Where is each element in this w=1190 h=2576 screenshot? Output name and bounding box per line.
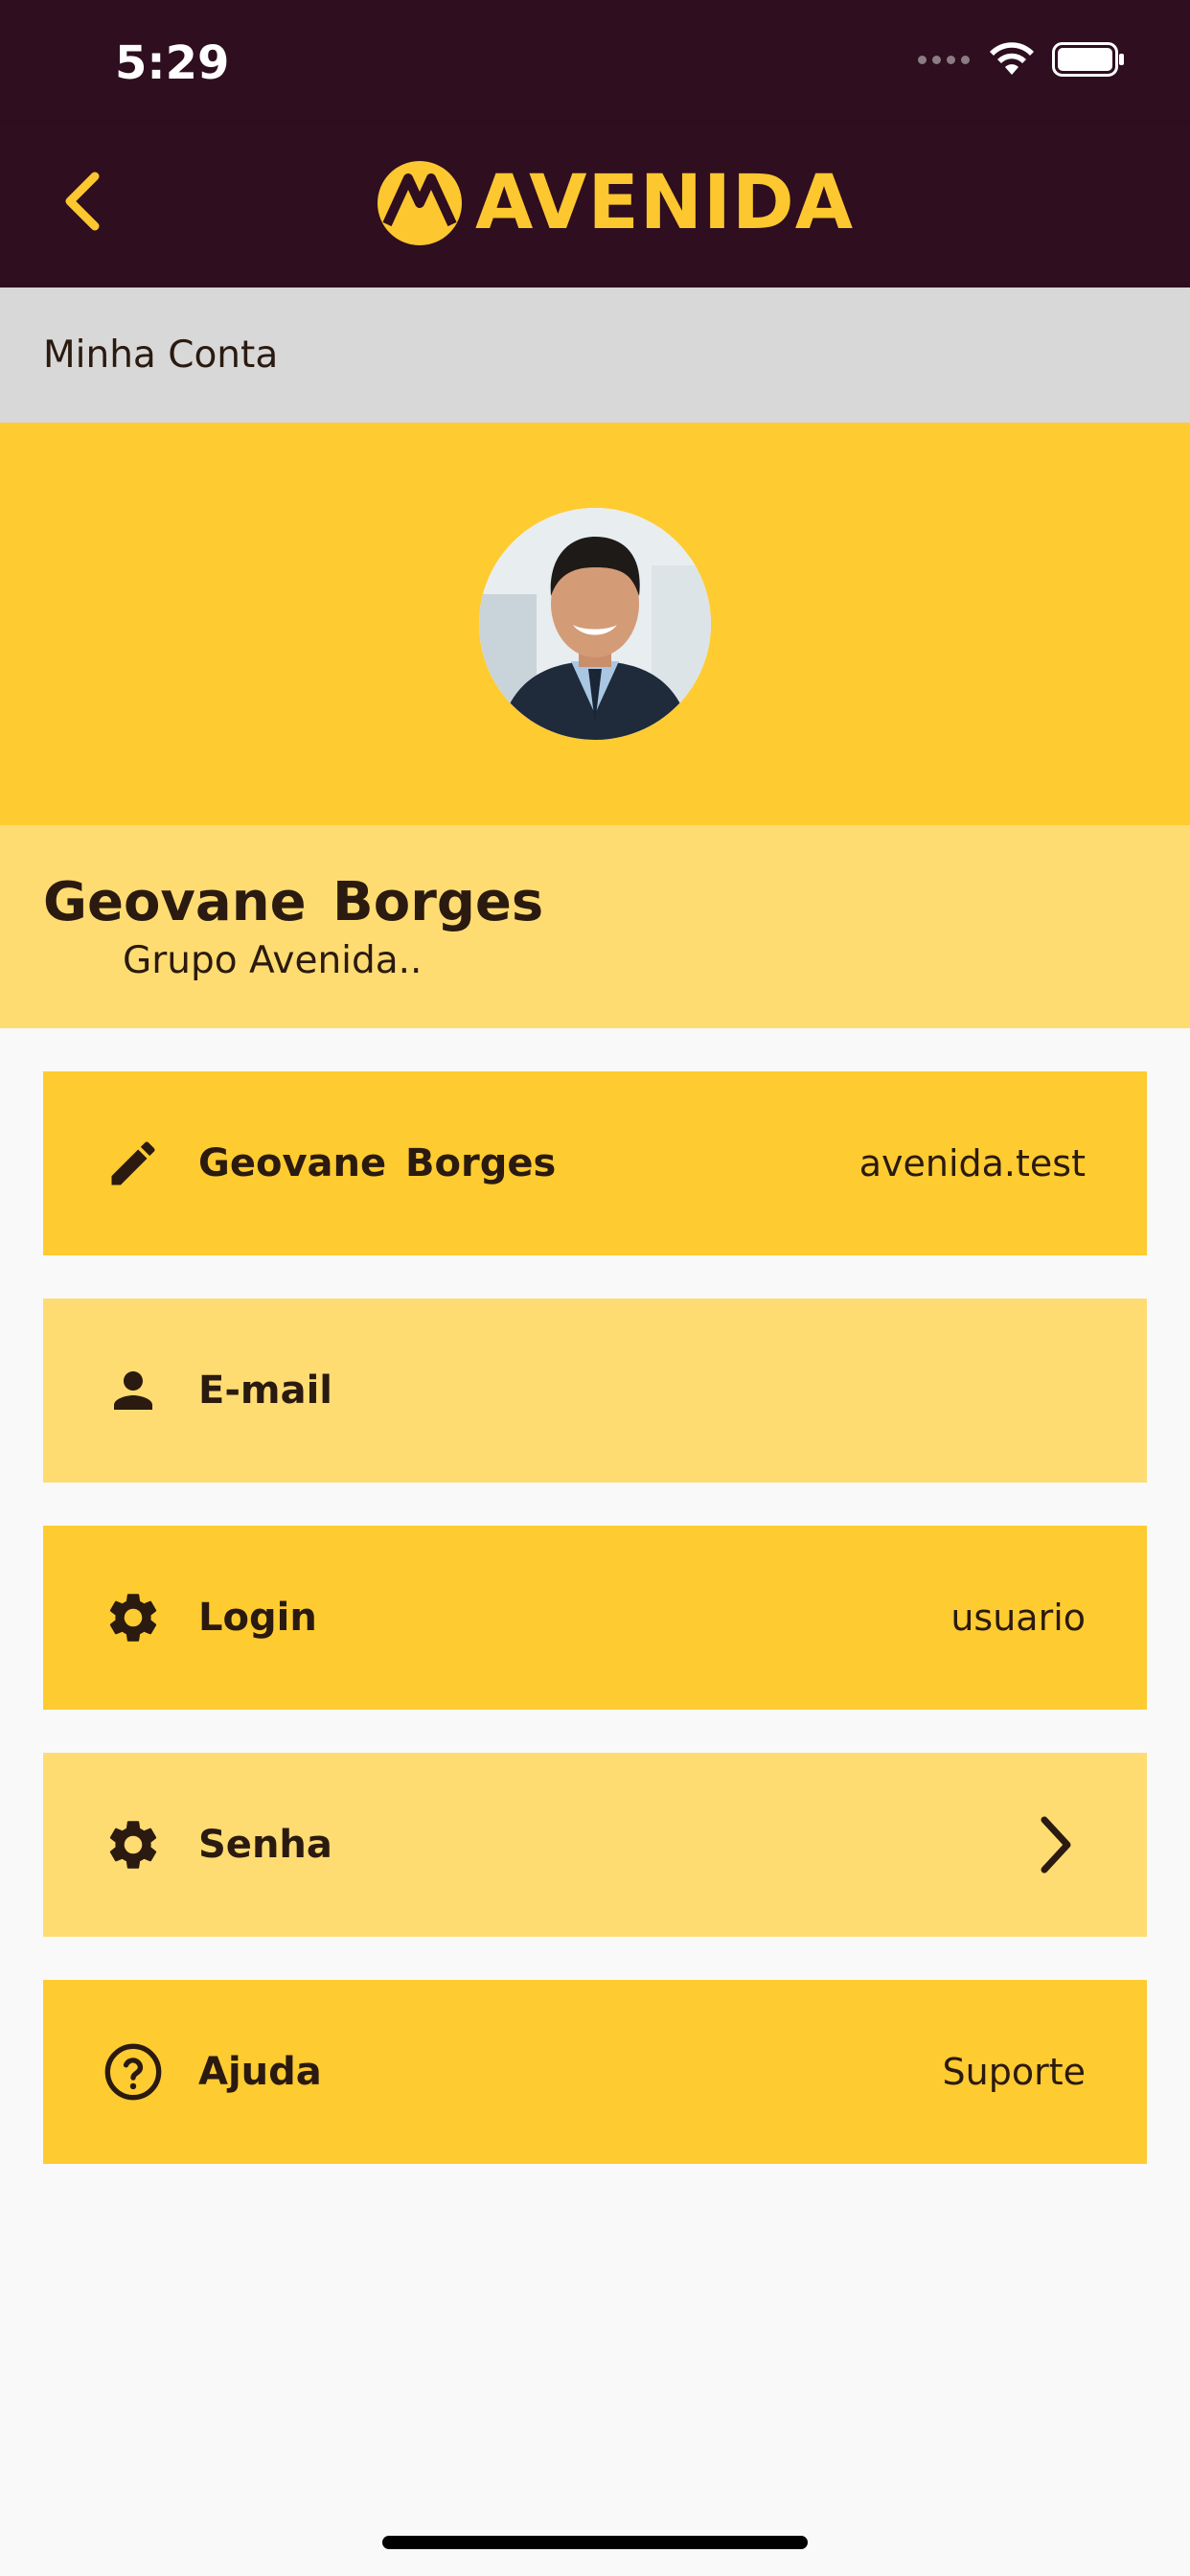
gear-icon xyxy=(103,1587,164,1648)
gear-icon xyxy=(103,1814,164,1875)
home-indicator[interactable] xyxy=(382,2536,808,2549)
back-button[interactable] xyxy=(48,163,115,240)
status-time: 5:29 xyxy=(115,36,230,90)
menu-item-value: Suporte xyxy=(942,2051,1086,2093)
menu-item-password[interactable]: Senha xyxy=(43,1753,1147,1937)
menu-item-profile[interactable]: Geovane Borges avenida.test xyxy=(43,1071,1147,1255)
chevron-right-icon xyxy=(1032,1811,1080,1878)
menu-item-label: Ajuda xyxy=(198,2050,322,2094)
menu-item-label: Login xyxy=(198,1596,317,1640)
chevron-left-icon xyxy=(65,172,100,231)
status-bar: 5:29 xyxy=(0,0,1190,125)
brand-name: AVENIDA xyxy=(475,160,855,246)
signal-icon xyxy=(918,55,970,64)
profile-info: Geovane Borges Grupo Avenida.. xyxy=(0,825,1190,1028)
menu-item-help[interactable]: Ajuda Suporte xyxy=(43,1980,1147,2164)
header: AVENIDA xyxy=(0,125,1190,288)
avatar-photo xyxy=(479,508,711,740)
profile-company: Grupo Avenida.. xyxy=(123,939,423,982)
menu-item-label: E-mail xyxy=(198,1368,333,1413)
avenida-logo-icon xyxy=(378,161,462,245)
menu-item-email[interactable]: E-mail xyxy=(43,1299,1147,1483)
menu-item-login[interactable]: Login usuario xyxy=(43,1526,1147,1710)
pencil-icon xyxy=(103,1133,164,1194)
section-header: Minha Conta xyxy=(0,288,1190,423)
person-icon xyxy=(103,1360,164,1421)
wifi-icon xyxy=(990,42,1034,75)
menu-item-value: usuario xyxy=(950,1597,1086,1639)
status-icons xyxy=(918,42,1125,77)
help-circle-icon xyxy=(103,2041,164,2103)
menu-item-label: Geovane Borges xyxy=(198,1141,557,1185)
menu-item-label: Senha xyxy=(198,1823,332,1867)
brand-logo: AVENIDA xyxy=(376,159,854,247)
profile-name: Geovane Borges xyxy=(43,871,544,933)
avatar[interactable] xyxy=(479,508,711,740)
page-title: Minha Conta xyxy=(43,334,279,377)
profile-hero xyxy=(0,423,1190,825)
battery-icon xyxy=(1052,42,1124,77)
menu-item-value: avenida.test xyxy=(858,1142,1086,1184)
